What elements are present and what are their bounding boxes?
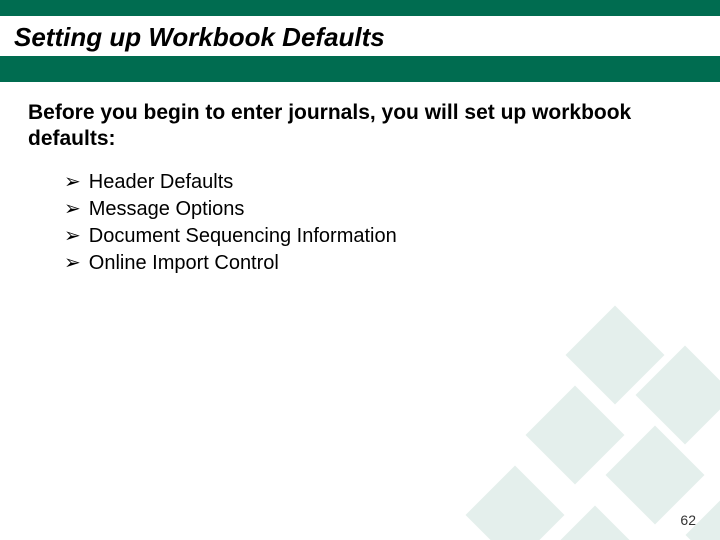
bullet-marker-icon: ➢ — [64, 223, 81, 250]
bullet-text: Header Defaults — [89, 169, 234, 196]
bullet-text: Document Sequencing Information — [89, 223, 397, 250]
lead-text: Before you begin to enter journals, you … — [28, 100, 680, 153]
slide: Setting up Workbook Defaults Before you … — [0, 0, 720, 540]
page-number: 62 — [680, 512, 696, 528]
bullet-text: Message Options — [89, 196, 245, 223]
list-item: ➢ Header Defaults — [64, 169, 680, 196]
title-wrap: Setting up Workbook Defaults — [14, 22, 385, 53]
list-item: ➢ Document Sequencing Information — [64, 223, 680, 250]
slide-title: Setting up Workbook Defaults — [14, 22, 385, 53]
top-bar — [0, 0, 720, 16]
list-item: ➢ Message Options — [64, 196, 680, 223]
list-item: ➢ Online Import Control — [64, 250, 680, 277]
bullet-list: ➢ Header Defaults ➢ Message Options ➢ Do… — [28, 169, 680, 277]
slide-body: Before you begin to enter journals, you … — [28, 100, 680, 277]
bullet-marker-icon: ➢ — [64, 250, 81, 277]
bullet-text: Online Import Control — [89, 250, 279, 277]
title-underline-bar — [0, 56, 720, 82]
bullet-marker-icon: ➢ — [64, 169, 81, 196]
background-pattern-icon — [420, 300, 720, 540]
bullet-marker-icon: ➢ — [64, 196, 81, 223]
